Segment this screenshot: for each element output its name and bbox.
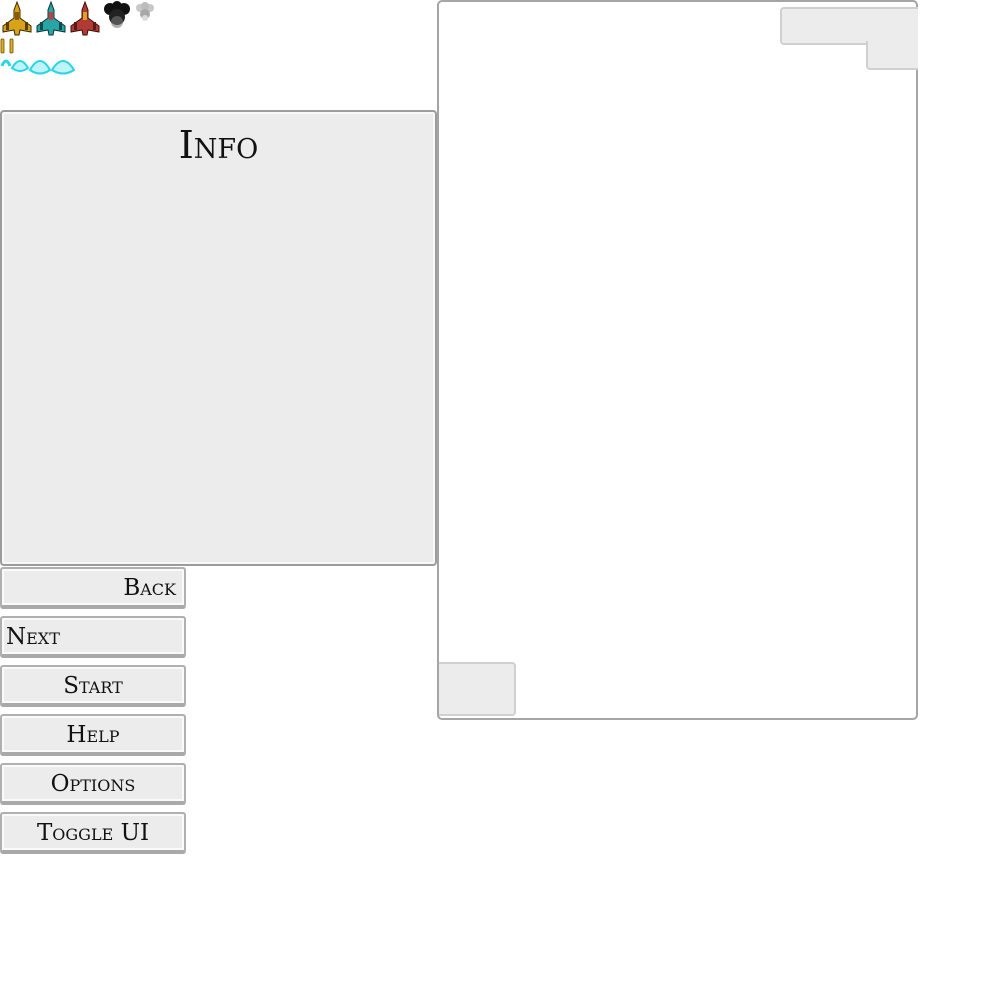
top-right-panel-tab[interactable]: [780, 7, 918, 45]
red-fighter-ship-icon: [70, 0, 100, 36]
wave-shot-icon: [0, 59, 76, 75]
game-screen: Info Back Next Start Help Options Toggle…: [0, 0, 1000, 1000]
info-title: Info: [178, 123, 259, 167]
help-button[interactable]: Help: [0, 714, 186, 756]
next-button[interactable]: Next: [0, 616, 186, 658]
gray-enemy-blob-icon: [136, 2, 154, 21]
options-button[interactable]: Options: [0, 763, 186, 805]
back-button[interactable]: Back: [0, 567, 186, 609]
teal-fighter-ship-icon: [36, 0, 66, 36]
start-button[interactable]: Start: [0, 665, 186, 707]
toggle-ui-button[interactable]: Toggle UI: [0, 812, 186, 854]
yellow-fighter-ship-icon: [2, 0, 32, 36]
top-right-panel-subtab[interactable]: [866, 41, 918, 70]
game-viewport[interactable]: [437, 0, 918, 720]
info-panel: Info: [0, 110, 437, 566]
sprite-strip: [0, 0, 160, 80]
bottom-left-panel-tab[interactable]: [439, 662, 516, 716]
black-enemy-blob-icon: [104, 1, 130, 28]
